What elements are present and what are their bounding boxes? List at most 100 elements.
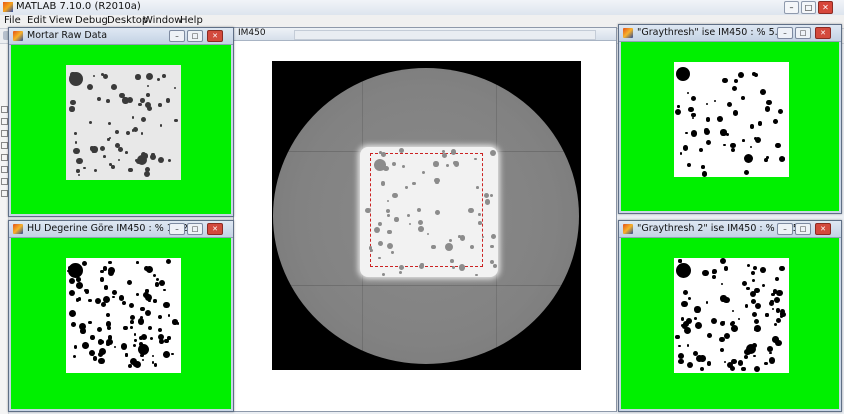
menu-view[interactable]: View (49, 15, 73, 26)
pore-dot (760, 88, 767, 95)
pore-dot (717, 117, 721, 121)
close-icon[interactable]: ✕ (207, 30, 223, 42)
pore-dot (140, 132, 144, 135)
pore-dot (778, 155, 785, 162)
pore-dot (751, 270, 756, 275)
tree-expand-icon[interactable] (1, 166, 8, 173)
figure-window-graythresh[interactable]: "Graythresh" ise IM450 : % 5.57 – □ ✕ (618, 24, 842, 214)
pore-dot (162, 288, 166, 292)
tree-expand-icon[interactable] (1, 130, 8, 137)
pore-dot (134, 339, 137, 342)
close-icon[interactable]: ✕ (815, 223, 831, 235)
pore-dot (365, 207, 371, 214)
pore-dot (82, 342, 90, 349)
close-icon[interactable]: ✕ (815, 27, 831, 39)
menu-file[interactable]: File (4, 15, 21, 26)
pore-dot (163, 301, 170, 309)
pore-dot (165, 258, 172, 265)
pore-dot (678, 352, 685, 359)
pore-dot (701, 165, 705, 169)
pore-dot (394, 217, 399, 222)
pore-dot (451, 265, 455, 269)
tree-expand-icon[interactable] (1, 190, 8, 197)
pore-dot (746, 286, 751, 291)
pore-dot (684, 326, 691, 334)
maximize-icon[interactable]: □ (187, 223, 203, 235)
pore-dot (121, 301, 126, 306)
pore-dot (702, 269, 709, 277)
pore-dot (73, 344, 78, 349)
figure-window-raw[interactable]: Mortar Raw Data – □ ✕ (8, 27, 234, 217)
menu-edit[interactable]: Edit (27, 15, 46, 26)
pore-dot (720, 282, 723, 285)
tree-expand-icon[interactable] (1, 106, 8, 113)
pore-dot (732, 110, 739, 117)
pore-dot (751, 299, 756, 304)
pore-dot (74, 141, 78, 144)
pore-dot (478, 221, 482, 225)
tree-expand-icon[interactable] (1, 118, 8, 125)
pore-dot (76, 169, 80, 173)
tree-expand-icon[interactable] (1, 154, 8, 161)
pore-dot (153, 362, 158, 367)
pore-dot (695, 354, 703, 362)
pore-dot (433, 161, 439, 167)
maximize-icon[interactable]: □ (795, 27, 811, 39)
pore-dot (681, 300, 688, 308)
pore-dot (83, 166, 86, 169)
pore-dot (704, 128, 710, 133)
figure-window-hu[interactable]: HU Degerine Göre IM450 : % 12.20 – □ ✕ (8, 220, 234, 412)
pore-dot (771, 308, 774, 311)
pore-dot (482, 235, 485, 239)
pore-dot (131, 116, 135, 119)
path-field (294, 30, 596, 40)
menu-debug[interactable]: Debug (75, 15, 108, 26)
pore-dot (754, 73, 759, 78)
minimize-icon[interactable]: – (777, 223, 793, 235)
figure-titlebar: Mortar Raw Data – □ ✕ (9, 28, 233, 45)
pore-dot (391, 251, 394, 254)
matlab-logo-icon (623, 224, 633, 234)
figure-canvas (11, 238, 231, 409)
main-titlebar: MATLAB 7.10.0 (R2010a) – □ ✕ (0, 0, 844, 16)
menu-window[interactable]: Window (143, 15, 182, 26)
minimize-icon[interactable]: – (169, 30, 185, 42)
pore-dot (157, 327, 162, 332)
maximize-icon[interactable]: □ (795, 223, 811, 235)
pore-dot (768, 301, 774, 307)
pore-dot (719, 258, 726, 265)
pore-dot (73, 147, 80, 155)
pore-dot (110, 84, 117, 91)
pore-dot (749, 146, 752, 149)
menu-help[interactable]: Help (180, 15, 203, 26)
pore-dot (69, 106, 75, 112)
pore-dot (731, 310, 734, 313)
pore-dot (140, 116, 146, 122)
pore-dot (705, 301, 709, 304)
pore-dot (675, 335, 680, 340)
pore-dot (674, 108, 681, 115)
pore-dot (694, 316, 697, 320)
im450-image-window[interactable]: IM450 (233, 27, 617, 412)
figure-window-graythresh-2[interactable]: "Graythresh 2" ise IM450 : % 11.50 – □ ✕ (618, 220, 842, 412)
pore-dot (690, 95, 697, 102)
minimize-icon[interactable]: – (777, 27, 793, 39)
maximize-icon[interactable]: □ (187, 30, 203, 42)
close-icon[interactable]: ✕ (818, 1, 833, 14)
pore-dot (174, 119, 178, 123)
pore-dot (94, 298, 101, 305)
tree-expand-icon[interactable] (1, 142, 8, 149)
pore-dot (159, 123, 163, 127)
minimize-icon[interactable]: – (169, 223, 185, 235)
pore-dot (133, 333, 137, 336)
figure-title: Mortar Raw Data (27, 30, 108, 41)
pore-dot (164, 338, 169, 344)
pore-dot (720, 129, 727, 136)
pore-dot (92, 355, 98, 361)
pore-dot (90, 335, 95, 340)
close-icon[interactable]: ✕ (207, 223, 223, 235)
minimize-icon[interactable]: – (784, 1, 799, 14)
tree-expand-icon[interactable] (1, 178, 8, 185)
pore-dot (768, 357, 776, 364)
maximize-icon[interactable]: □ (801, 1, 816, 14)
